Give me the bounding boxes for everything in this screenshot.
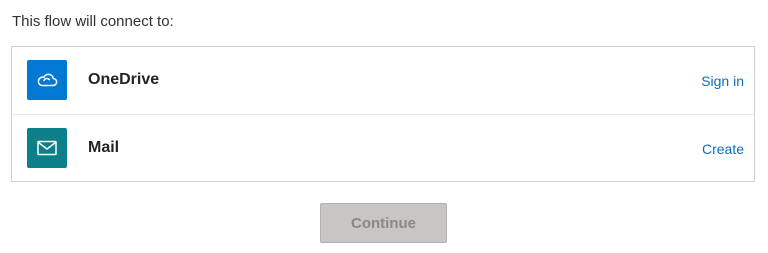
connection-prompt-heading: This flow will connect to: (12, 13, 174, 30)
mail-envelope-icon (27, 128, 67, 168)
connection-row-onedrive: OneDrive Sign in (12, 47, 754, 114)
create-link[interactable]: Create (702, 141, 744, 157)
sign-in-link[interactable]: Sign in (701, 73, 744, 89)
connection-row-mail: Mail Create (12, 114, 754, 181)
connection-name-onedrive: OneDrive (88, 71, 160, 88)
continue-button[interactable]: Continue (320, 203, 447, 243)
connection-name-mail: Mail (88, 139, 120, 156)
onedrive-cloud-icon (27, 60, 67, 100)
connection-list: OneDrive Sign in Mail Create (11, 46, 755, 182)
